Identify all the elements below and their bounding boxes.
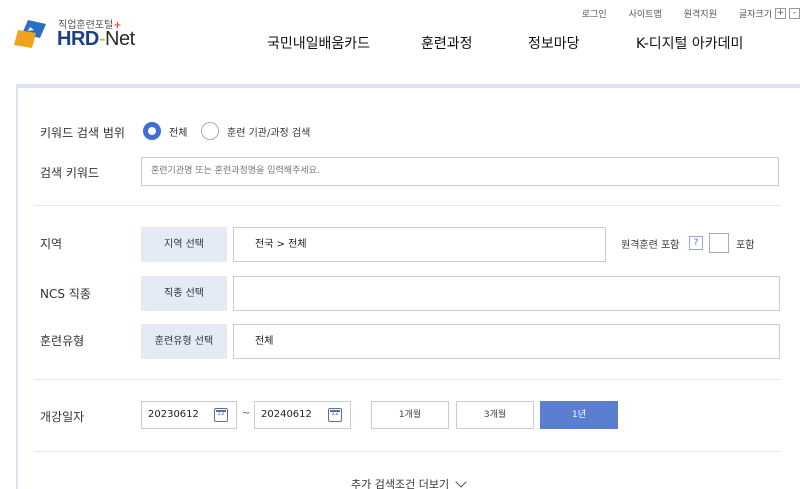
period-1-year-button[interactable]: 1년 — [540, 401, 618, 429]
font-size-label: 글자크기 — [738, 10, 772, 20]
remote-include-checkbox[interactable] — [709, 233, 729, 253]
utility-links: 로그인 사이트맵 원격지원 글자크기 + - — [582, 7, 800, 20]
radio-checked-icon — [143, 122, 161, 140]
font-size-increase-button[interactable]: + — [775, 8, 786, 19]
region-label: 지역 — [40, 237, 63, 251]
radio-unchecked-icon — [201, 122, 219, 140]
period-1-month-button[interactable]: 1개월 — [371, 401, 449, 429]
login-link[interactable]: 로그인 — [582, 7, 607, 20]
section-divider — [34, 205, 780, 206]
more-conditions-toggle[interactable]: 추가 검색조건 더보기 — [351, 476, 467, 489]
remote-include-label: 포함 — [736, 240, 755, 251]
font-size-decrease-button[interactable]: - — [789, 8, 800, 19]
nav-item-courses[interactable]: 훈련과정 — [421, 33, 473, 53]
ncs-value-field[interactable] — [233, 276, 780, 311]
remote-support-link[interactable]: 원격지원 — [684, 7, 717, 20]
date-range-separator: ~ — [242, 408, 251, 419]
region-value-field[interactable]: 전국 > 전체 — [233, 227, 606, 262]
scope-radio-institution[interactable]: 훈련 기관/과정 검색 — [201, 122, 310, 140]
keyword-label: 검색 키워드 — [40, 166, 100, 180]
font-size-control: 글자크기 + - — [739, 7, 800, 20]
training-type-value-field[interactable]: 전체 — [233, 324, 780, 359]
scope-radio-institution-label: 훈련 기관/과정 검색 — [227, 127, 311, 139]
training-type-label: 훈련유형 — [40, 334, 85, 348]
help-icon[interactable]: ? — [689, 236, 703, 250]
keyword-input[interactable]: 훈련기관명 또는 훈련과정명을 입력해주세요. — [141, 157, 779, 186]
section-divider — [34, 451, 780, 452]
start-date-from-input[interactable]: 20230612 12 — [141, 401, 237, 429]
nav-item-card[interactable]: 국민내일배움카드 — [267, 33, 370, 53]
training-type-select-button[interactable]: 훈련유형 선택 — [141, 324, 227, 359]
period-3-months-button[interactable]: 3개월 — [456, 401, 534, 429]
remote-training-label: 원격훈련 포함 — [621, 240, 680, 251]
start-date-from-value: 20230612 — [148, 409, 199, 420]
section-divider — [34, 379, 780, 380]
main-navigation: 국민내일배움카드 훈련과정 정보마당 K-디지털 아카데미 — [0, 33, 800, 53]
scope-label: 키워드 검색 범위 — [40, 126, 125, 140]
start-date-to-input[interactable]: 20240612 12 — [254, 401, 351, 429]
chevron-down-icon — [455, 476, 467, 488]
start-date-to-value: 20240612 — [261, 409, 312, 420]
scope-radio-all-label: 전체 — [169, 127, 188, 139]
more-conditions-label: 추가 검색조건 더보기 — [351, 478, 450, 489]
ncs-select-button[interactable]: 직종 선택 — [141, 276, 227, 311]
ncs-label: NCS 직종 — [40, 287, 91, 301]
calendar-icon[interactable]: 12 — [214, 408, 228, 422]
sitemap-link[interactable]: 사이트맵 — [629, 7, 662, 20]
region-select-button[interactable]: 지역 선택 — [141, 227, 227, 262]
start-date-label: 개강일자 — [40, 410, 85, 424]
calendar-icon[interactable]: 12 — [328, 408, 342, 422]
nav-item-k-digital[interactable]: K-디지털 아카데미 — [636, 33, 743, 53]
scope-radio-all[interactable]: 전체 — [143, 122, 187, 140]
nav-item-info[interactable]: 정보마당 — [528, 33, 580, 53]
